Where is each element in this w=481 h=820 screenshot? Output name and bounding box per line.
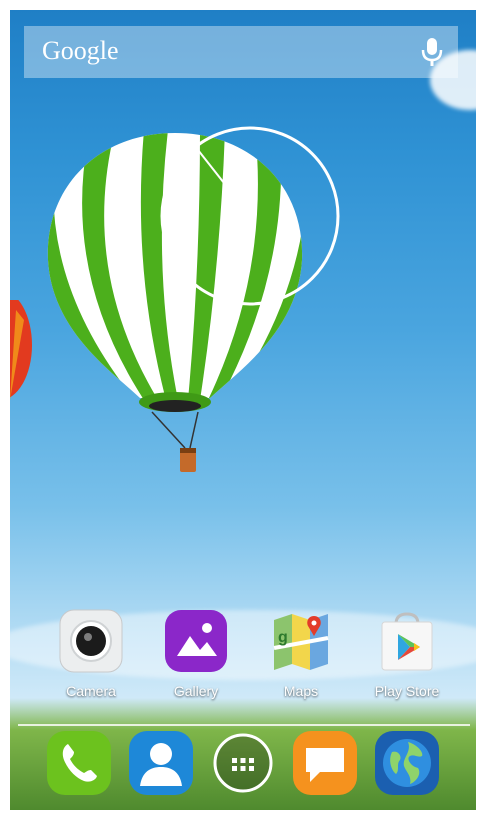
analog-clock-widget[interactable] xyxy=(158,124,342,308)
app-camera[interactable]: Camera xyxy=(46,608,136,699)
red-balloon-image xyxy=(10,300,32,400)
google-search-bar[interactable]: Google xyxy=(24,26,458,78)
phone-icon[interactable] xyxy=(46,730,112,796)
app-label: Maps xyxy=(283,683,319,699)
home-screen: Google Camera Gallery g Maps Play Store xyxy=(10,10,476,810)
app-play-store[interactable]: Play Store xyxy=(362,608,452,699)
microphone-icon[interactable] xyxy=(418,36,446,68)
messaging-icon[interactable] xyxy=(292,730,358,796)
google-logo: Google xyxy=(42,36,119,65)
app-maps[interactable]: g Maps xyxy=(256,608,346,699)
browser-icon[interactable] xyxy=(374,730,440,796)
app-label: Gallery xyxy=(173,683,219,699)
app-label: Camera xyxy=(66,683,116,699)
svg-text:g: g xyxy=(278,629,288,646)
dock-divider xyxy=(18,724,470,726)
app-label: Play Store xyxy=(374,683,440,699)
maps-icon: g xyxy=(273,614,329,670)
clock-hour-hand xyxy=(228,215,252,249)
app-drawer-icon[interactable] xyxy=(210,730,276,796)
contacts-icon[interactable] xyxy=(128,730,194,796)
clock-minute-hand xyxy=(197,149,251,217)
camera-icon xyxy=(59,609,123,673)
gallery-icon xyxy=(165,610,227,672)
play-store-icon xyxy=(381,612,433,671)
app-gallery[interactable]: Gallery xyxy=(151,608,241,699)
